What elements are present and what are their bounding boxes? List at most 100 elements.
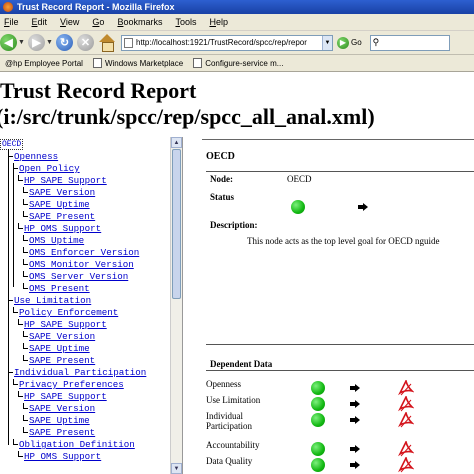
right-arrow-icon[interactable] — [350, 445, 360, 453]
url-input[interactable]: http://localhost:1921/TrustRecord/spcc/r… — [121, 34, 333, 51]
tree-item[interactable]: Individual Participation — [8, 367, 146, 378]
tree-item[interactable]: SAPE Version — [23, 331, 95, 342]
menu-file[interactable]: File — [4, 17, 19, 27]
page-content: Trust Record Report (i:/src/trunk/spcc/r… — [0, 72, 474, 474]
right-arrow-icon[interactable] — [350, 416, 360, 424]
tree-connector — [8, 149, 9, 445]
acrobat-pdf-icon[interactable] — [397, 455, 415, 473]
back-history-dropdown-icon[interactable]: ▼ — [18, 39, 25, 46]
menu-tools[interactable]: Tools — [175, 17, 196, 27]
stop-icon[interactable]: ✕ — [77, 34, 94, 51]
bookmark-item[interactable]: Configure-service m... — [193, 58, 283, 68]
url-dropdown-icon[interactable]: ▼ — [322, 35, 332, 50]
divider — [206, 370, 474, 371]
acrobat-pdf-icon[interactable] — [397, 378, 415, 396]
status-label: Status — [210, 192, 235, 202]
menu-bookmarks[interactable]: Bookmarks — [117, 17, 162, 27]
dependent-name: Individual Participation — [206, 411, 252, 431]
node-value: OECD — [287, 174, 312, 184]
forward-arrow-icon[interactable]: ▶ — [28, 34, 45, 51]
tree-item[interactable]: HP SAPE Support — [18, 391, 107, 402]
go-button[interactable]: ▶ Go — [337, 36, 362, 49]
acrobat-pdf-icon[interactable] — [397, 439, 415, 457]
scroll-up-icon[interactable]: ▲ — [171, 137, 182, 148]
tree-item[interactable]: HP OMS Support — [18, 223, 101, 234]
menu-edit[interactable]: Edit — [32, 17, 48, 27]
status-indicator-icon — [311, 397, 325, 411]
dependent-name: Accountability — [206, 440, 260, 450]
tree-item[interactable]: Use Limitation — [8, 295, 91, 306]
bookmark-item[interactable]: @hp Employee Portal — [5, 59, 83, 68]
bookmark-label: Windows Marketplace — [104, 58, 184, 68]
tree-item[interactable]: Open Policy — [13, 163, 80, 174]
back-arrow-icon[interactable]: ◀ — [0, 34, 17, 51]
page-title: Trust Record Report — [0, 78, 197, 103]
right-arrow-icon[interactable] — [350, 400, 360, 408]
dependent-name: Openness — [206, 379, 241, 389]
menu-view[interactable]: View — [60, 17, 79, 27]
tree-connector — [23, 259, 28, 265]
acrobat-pdf-icon[interactable] — [397, 410, 415, 428]
divider — [206, 171, 474, 172]
menu-bar: File Edit View Go Bookmarks Tools Help — [0, 14, 474, 31]
bookmark-item[interactable]: Windows Marketplace — [92, 58, 184, 68]
divider — [206, 344, 474, 345]
bookmarks-toolbar: @hp Employee Portal Windows Marketplace … — [0, 55, 474, 72]
search-input[interactable]: ⚲ — [369, 34, 450, 51]
tree-connector — [23, 247, 28, 253]
tree-item[interactable]: OMS Monitor Version — [23, 259, 134, 270]
tree-item[interactable]: Obligation Definition — [13, 439, 135, 450]
tree-item[interactable]: SAPE Uptime — [23, 415, 90, 426]
tree-item[interactable]: OMS Enforcer Version — [23, 247, 139, 258]
scrollbar-thumb[interactable] — [172, 149, 181, 299]
tree-connector — [23, 271, 28, 277]
menu-go[interactable]: Go — [92, 17, 104, 27]
acrobat-pdf-icon[interactable] — [397, 394, 415, 412]
tree-connector — [23, 235, 28, 241]
right-arrow-icon[interactable] — [350, 461, 360, 469]
tree-item[interactable]: SAPE Version — [23, 403, 95, 414]
tree-item[interactable]: OMS Server Version — [23, 271, 128, 282]
menu-help[interactable]: Help — [209, 17, 228, 27]
tree-connector — [23, 427, 28, 433]
tree-item[interactable]: HP SAPE Support — [18, 175, 107, 186]
detail-heading: OECD — [206, 151, 235, 162]
tree-item[interactable]: HP OMS Support — [18, 451, 101, 462]
tree-item-label: HP OMS Support — [24, 451, 102, 462]
tree-item[interactable]: OMS Uptime — [23, 235, 84, 246]
tree-item-label: SAPE Present — [29, 211, 96, 222]
tree-item-label: SAPE Uptime — [29, 199, 90, 210]
tree-scrollbar[interactable]: ▲ ▼ — [170, 137, 182, 474]
tree-connector — [13, 379, 18, 385]
tree-item-label: Use Limitation — [14, 295, 92, 306]
tree-item[interactable]: HP SAPE Support — [18, 319, 107, 330]
home-icon[interactable] — [98, 34, 115, 52]
right-arrow-icon[interactable] — [350, 384, 360, 392]
tree-item-label: Obligation Definition — [19, 439, 135, 450]
tree-item[interactable]: SAPE Uptime — [23, 343, 90, 354]
tree-connector — [23, 355, 28, 361]
dependent-name: Use Limitation — [206, 395, 261, 405]
scroll-down-icon[interactable]: ▼ — [171, 463, 182, 474]
tree-item[interactable]: Policy Enforcement — [13, 307, 118, 318]
tree-item[interactable]: Privacy Preferences — [13, 379, 124, 390]
tree-item-label: OMS Present — [29, 283, 90, 294]
forward-history-dropdown-icon[interactable]: ▼ — [46, 39, 53, 46]
tree-root[interactable]: OECD — [0, 139, 24, 150]
tree-item[interactable]: OMS Present — [23, 283, 90, 294]
tree-item[interactable]: SAPE Uptime — [23, 199, 90, 210]
status-indicator-icon — [311, 413, 325, 427]
navigation-toolbar: ◀ ▼ ▶ ▼ ↻ ✕ http://localhost:1921/TrustR… — [0, 31, 474, 55]
tree-item[interactable]: SAPE Present — [23, 427, 95, 438]
tree-item[interactable]: SAPE Present — [23, 355, 95, 366]
tree-item[interactable]: SAPE Present — [23, 211, 95, 222]
tree-connector — [23, 199, 28, 205]
tree-item-label: HP SAPE Support — [24, 319, 107, 330]
reload-icon[interactable]: ↻ — [56, 34, 73, 51]
right-arrow-icon[interactable] — [358, 203, 368, 211]
tree-item[interactable]: SAPE Version — [23, 187, 95, 198]
tree-item[interactable]: Openness — [8, 151, 58, 162]
tree-item-label: OMS Monitor Version — [29, 259, 134, 270]
firefox-icon — [3, 2, 13, 12]
tree-connector — [13, 163, 14, 287]
